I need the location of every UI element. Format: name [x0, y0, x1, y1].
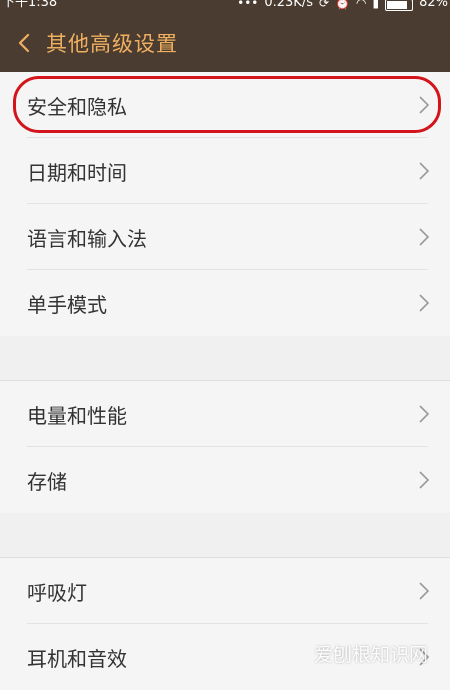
- status-right-group: ••• 0.23K/s ⟳ ⏰ ◠ ▮ 82%: [237, 0, 448, 11]
- section-gap: [0, 513, 450, 558]
- settings-item-one-hand-mode[interactable]: 单手模式: [0, 270, 450, 336]
- page-title: 其他高级设置: [46, 32, 178, 56]
- chevron-right-icon: [419, 405, 430, 423]
- status-bar: 下午1:38 ••• 0.23K/s ⟳ ⏰ ◠ ▮ 82%: [0, 0, 450, 14]
- settings-item-label: 安全和隐私: [27, 94, 127, 119]
- settings-item-date-time[interactable]: 日期和时间: [0, 138, 450, 204]
- battery-percent: 82%: [419, 0, 448, 10]
- settings-item-label: 单手模式: [27, 292, 107, 317]
- settings-list: 安全和隐私 日期和时间 语言和输入法 单手模式 电量和性能 存储 呼吸灯 耳机和…: [0, 72, 450, 690]
- chevron-right-icon: [419, 96, 430, 114]
- alarm-icon: ⏰: [335, 0, 350, 10]
- network-speed: 0.23K/s: [264, 0, 313, 10]
- chevron-right-icon: [419, 582, 430, 600]
- settings-item-language-input[interactable]: 语言和输入法: [0, 204, 450, 270]
- settings-item-label: 存储: [27, 469, 67, 494]
- more-dots-icon: •••: [237, 0, 259, 10]
- settings-item-label: 语言和输入法: [27, 226, 147, 251]
- signal-icon: ▮: [372, 0, 380, 10]
- section-gap: [0, 336, 450, 381]
- settings-item-label: 耳机和音效: [27, 646, 127, 671]
- settings-item-security-privacy[interactable]: 安全和隐私: [0, 72, 450, 138]
- chevron-left-icon: [18, 33, 30, 53]
- settings-item-battery-performance[interactable]: 电量和性能: [0, 381, 450, 447]
- settings-item-label: 日期和时间: [27, 160, 127, 185]
- settings-item-label: 电量和性能: [27, 403, 127, 428]
- settings-item-notification-light[interactable]: 呼吸灯: [0, 558, 450, 624]
- status-time: 下午1:38: [2, 0, 58, 10]
- chevron-right-icon: [419, 471, 430, 489]
- settings-item-label: 呼吸灯: [27, 580, 87, 605]
- back-button[interactable]: [0, 14, 48, 72]
- watermark: 爱刨根知识网: [313, 644, 428, 666]
- battery-icon: [385, 0, 414, 11]
- wifi-icon: ◠: [356, 0, 367, 10]
- chevron-right-icon: [419, 228, 430, 246]
- settings-item-storage[interactable]: 存储: [0, 447, 450, 513]
- sync-icon: ⟳: [318, 0, 330, 10]
- chevron-right-icon: [419, 162, 430, 180]
- app-header: 其他高级设置: [0, 14, 450, 72]
- chevron-right-icon: [419, 294, 430, 312]
